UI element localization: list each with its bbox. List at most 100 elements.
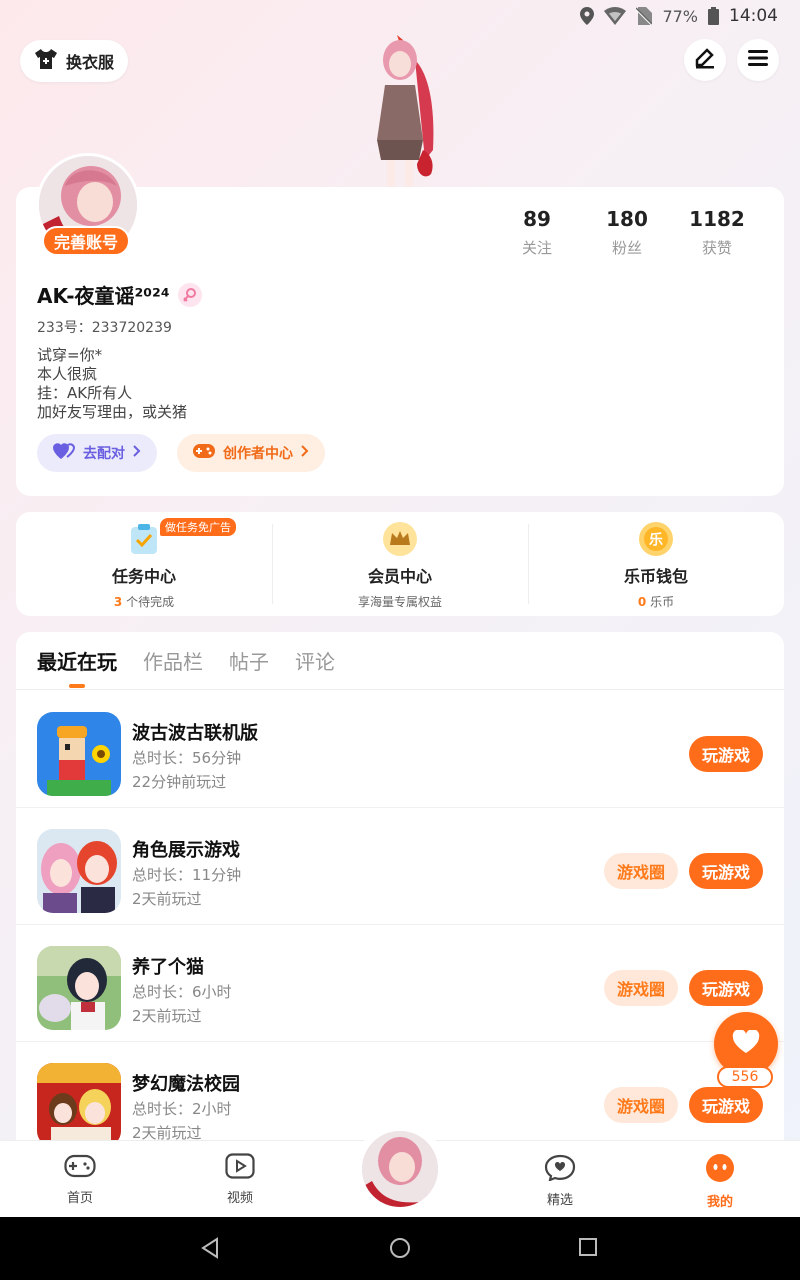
game-last-played: 22分钟前玩过 [132, 773, 227, 791]
play-game-button[interactable]: 玩游戏 [689, 853, 763, 889]
play-game-button[interactable]: 玩游戏 [689, 970, 763, 1006]
menu-button[interactable] [737, 39, 779, 81]
recents-icon[interactable] [578, 1237, 598, 1261]
no-ads-tag: 做任务免广告 [160, 518, 236, 536]
game-name: 角色展示游戏 [132, 840, 240, 861]
change-outfit-button[interactable]: 换衣服 [20, 40, 129, 82]
task-center-title: 任务中心 [111, 567, 176, 586]
bio-line: 加好友写理由，或关猪 [37, 403, 188, 421]
tab-posts[interactable]: 帖子 [229, 646, 269, 675]
pair-label: 去配对 [83, 446, 125, 462]
nav-me-label: 我的 [706, 1195, 733, 1210]
nav-featured-label: 精选 [546, 1193, 573, 1208]
profile-tabs: 最近在玩 作品栏 帖子 评论 [16, 632, 784, 690]
gamepad-icon [64, 1153, 96, 1183]
username-row: AK-夜童谣²⁰²⁴ [37, 280, 202, 309]
nav-me[interactable]: 我的 [680, 1153, 760, 1210]
stat-value: 180 [606, 207, 648, 231]
game-last-played: 2天前玩过 [132, 1007, 202, 1025]
bio-line: 本人很疯 [37, 365, 98, 383]
character-figure[interactable] [355, 30, 445, 190]
game-name: 养了个猫 [132, 957, 204, 978]
status-bar: 77% 14:04 [0, 0, 800, 34]
pair-button[interactable]: 去配对 [37, 434, 157, 472]
nav-home[interactable]: 首页 [40, 1153, 120, 1206]
game-icon[interactable] [37, 712, 121, 796]
game-icon[interactable] [37, 946, 121, 1030]
game-icon[interactable] [37, 1063, 121, 1147]
clock: 14:04 [729, 6, 778, 26]
coin-wallet-title: 乐币钱包 [623, 567, 688, 586]
back-icon[interactable] [200, 1237, 220, 1263]
vip-center[interactable]: 会员中心 享海量专属权益 [272, 512, 528, 616]
vip-center-title: 会员中心 [367, 567, 432, 586]
recent-games-card: 最近在玩 作品栏 帖子 评论 波古波古联机版 总时长：56分钟 22分钟前玩过 … [16, 632, 784, 1152]
nav-video-label: 视频 [226, 1191, 253, 1206]
task-center[interactable]: 做任务免广告 任务中心 3 个待完成 [16, 512, 272, 616]
bottom-nav: 首页 视频 精选 我的 [0, 1123, 800, 1217]
bio: 试穿=你* 本人很疯 挂：AK所有人 加好友写理由，或关猪 [37, 346, 187, 422]
game-row[interactable]: 养了个猫 总时长：6小时 2天前玩过 游戏圈 玩游戏 [16, 925, 784, 1042]
coin-wallet-sub: 0 乐币 [638, 593, 674, 610]
hamburger-icon [748, 49, 768, 71]
game-duration: 总时长：56分钟 [132, 749, 242, 767]
tab-indicator [69, 684, 85, 688]
game-circle-button[interactable]: 游戏圈 [604, 1087, 678, 1123]
stat-following[interactable]: 89 关注 [492, 207, 582, 258]
coin-icon-char: 乐 [649, 532, 663, 549]
tshirt-plus-icon [34, 48, 58, 74]
stat-followers[interactable]: 180 粉丝 [582, 207, 672, 258]
nav-featured[interactable]: 精选 [520, 1153, 600, 1208]
gamepad-icon [193, 442, 215, 464]
creator-center-button[interactable]: 创作者中心 [177, 434, 325, 472]
nav-video[interactable]: 视频 [200, 1153, 280, 1206]
stat-label: 关注 [521, 239, 552, 257]
game-icon[interactable] [37, 829, 121, 913]
game-row[interactable]: 波古波古联机版 总时长：56分钟 22分钟前玩过 玩游戏 [16, 691, 784, 808]
stat-label: 粉丝 [611, 239, 642, 257]
heart-chat-icon [544, 1153, 576, 1185]
coin-icon: 乐 [639, 522, 673, 556]
play-game-button[interactable]: 玩游戏 [689, 736, 763, 772]
battery-icon [708, 7, 719, 25]
game-duration: 总时长：6小时 [132, 983, 232, 1001]
task-center-sub: 3 个待完成 [114, 593, 174, 610]
like-count-badge: 556 [717, 1066, 773, 1088]
video-play-icon [225, 1153, 255, 1183]
profile-card: 完善账号 89 关注 180 粉丝 1182 获赞 AK-夜童谣²⁰²⁴ 233… [16, 153, 784, 496]
game-row[interactable]: 角色展示游戏 总时长：11分钟 2天前玩过 游戏圈 玩游戏 [16, 808, 784, 925]
game-circle-button[interactable]: 游戏圈 [604, 853, 678, 889]
nav-character-avatar[interactable] [354, 1123, 446, 1215]
stat-value: 1182 [689, 207, 745, 231]
nav-home-label: 首页 [66, 1191, 93, 1206]
female-gender-icon [177, 282, 202, 307]
game-name: 梦幻魔法校园 [132, 1074, 240, 1095]
stat-label: 获赞 [701, 239, 732, 257]
heart-icon [732, 1029, 760, 1058]
stat-likes[interactable]: 1182 获赞 [672, 207, 762, 258]
coin-wallet[interactable]: 乐 乐币钱包 0 乐币 [528, 512, 784, 616]
complete-account-badge[interactable]: 完善账号 [42, 226, 131, 256]
creator-center-label: 创作者中心 [223, 446, 293, 462]
smiley-face-icon [705, 1153, 735, 1187]
game-duration: 总时长：11分钟 [132, 866, 242, 884]
stat-value: 89 [523, 207, 551, 231]
game-circle-button[interactable]: 游戏圈 [604, 970, 678, 1006]
tab-comments[interactable]: 评论 [295, 646, 335, 675]
no-sim-icon [636, 7, 653, 25]
pending-count: 3 [113, 595, 123, 609]
crown-icon [383, 522, 417, 556]
wifi-icon [604, 7, 627, 25]
vip-center-sub: 享海量专属权益 [357, 595, 442, 609]
home-icon[interactable] [389, 1237, 411, 1263]
username: AK-夜童谣²⁰²⁴ [37, 284, 170, 308]
coin-label: 乐币 [650, 595, 675, 609]
chevron-right-icon [301, 445, 309, 461]
play-game-button[interactable]: 玩游戏 [689, 1087, 763, 1123]
tab-works[interactable]: 作品栏 [143, 646, 203, 675]
pending-label: 个待完成 [126, 595, 175, 609]
clipboard-icon [127, 522, 161, 556]
edit-button[interactable] [684, 39, 726, 81]
coin-count: 0 [637, 595, 647, 609]
tab-recent[interactable]: 最近在玩 [37, 646, 117, 675]
